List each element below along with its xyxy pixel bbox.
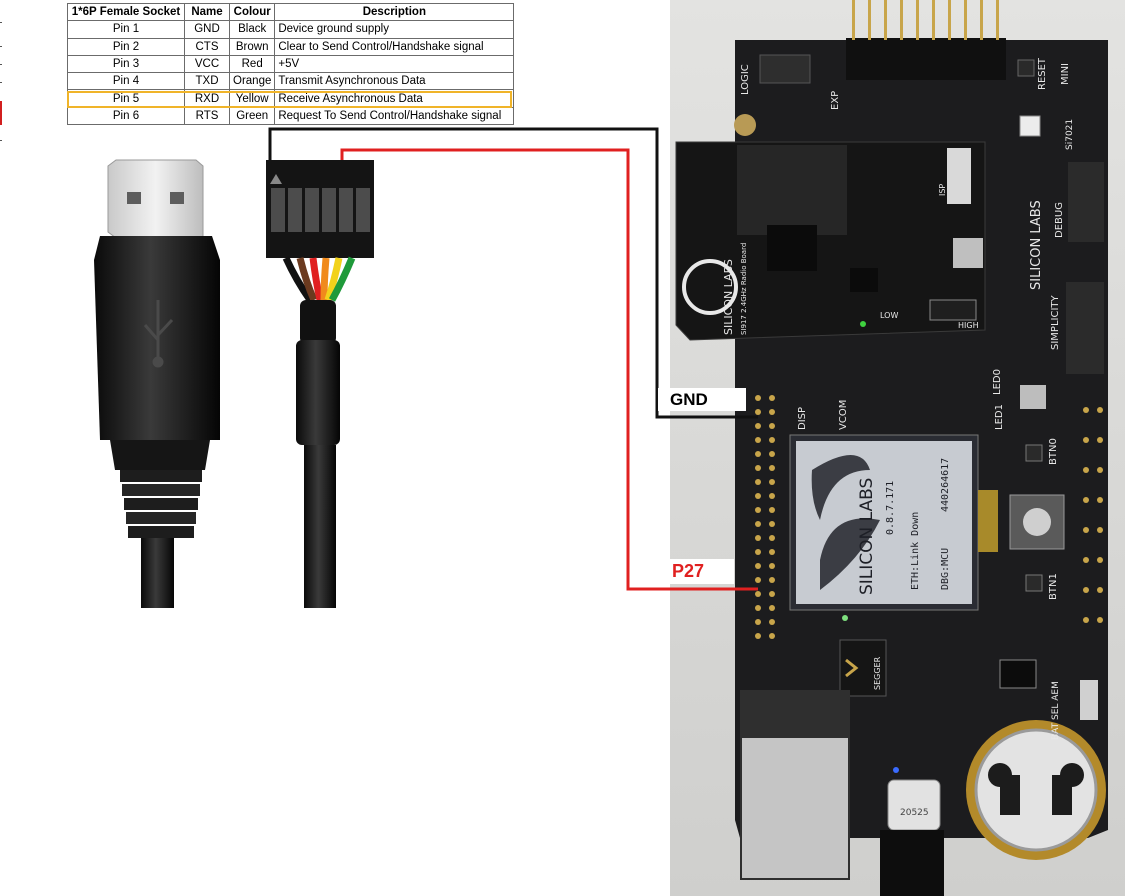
gnd-label: GND [658, 388, 746, 411]
board-label-disp: DISP [797, 407, 808, 430]
lcd-id: 440264617 [940, 458, 951, 512]
board-label-vcom: VCOM [838, 400, 849, 430]
board-label-debug: DEBUG [1054, 202, 1065, 238]
coin-cell-holder [966, 720, 1106, 860]
logic-connector [759, 54, 811, 84]
power-slide-switch [929, 299, 977, 321]
board-label-bat-sel: BAT SEL AEM [1051, 681, 1061, 740]
board-label-high: HIGH [958, 321, 979, 330]
board-label-isp: ISP [938, 184, 947, 196]
lcd-dbg-status: DBG:MCU [940, 548, 951, 590]
board-label-led1: LED1 [994, 404, 1005, 430]
board-label-led0: LED0 [992, 369, 1003, 395]
board-label-logic: LOGIC [740, 64, 751, 95]
micro-usb-port [953, 238, 983, 268]
joystick [1009, 494, 1065, 550]
usb-c-label: 20525 [900, 808, 929, 818]
mount-hole [734, 114, 756, 136]
board-label-simplicity: SIMPLICITY [1050, 294, 1061, 350]
board-label-exp: EXP [830, 91, 841, 110]
radio-chip [767, 225, 817, 271]
si7021-sensor [1019, 115, 1041, 137]
board-label-low: LOW [880, 311, 898, 320]
btn0-button [1025, 444, 1043, 462]
usb-c-port [880, 779, 944, 896]
board-label-segger: SEGGER [873, 656, 882, 690]
reset-button [1017, 59, 1035, 77]
wiring-illustration: LOGIC EXP RESET MINI Si7021 DEBUG SIMPLI… [94, 0, 1125, 896]
lcd-version: 0.8.7.171 [885, 481, 896, 535]
board-label-reset: RESET [1037, 57, 1048, 90]
radio-board-label: SI917 2.4GHz Radio Board [740, 243, 748, 335]
qr-code [1020, 385, 1046, 409]
p27-label: P27 [664, 559, 734, 584]
btn1-button [1025, 574, 1043, 592]
simplicity-connector [1066, 282, 1104, 374]
board-label-mini: MINI [1060, 63, 1071, 85]
status-led [860, 321, 866, 327]
usb-a-plug [94, 159, 220, 608]
wireless-pro-kit-board [675, 0, 1108, 896]
radio-board-brand: SILICON LABS [722, 259, 735, 335]
board-label-btn0: BTN0 [1048, 438, 1059, 465]
green-led [842, 615, 848, 621]
lcd-brand: SILICON LABS [857, 478, 877, 595]
lcd-eth-status: ETH:Link Down [910, 512, 921, 590]
board-label-si7021: Si7021 [1065, 119, 1075, 150]
isp-switch [947, 148, 971, 204]
board-label-btn1: BTN1 [1048, 573, 1059, 600]
aem-jumper [999, 659, 1037, 689]
bat-sel-switch [1080, 680, 1098, 720]
debug-connector [1068, 162, 1104, 242]
board-brand: SILICON LABS [1029, 200, 1044, 290]
blue-led [893, 767, 899, 773]
six-pin-socket [266, 160, 374, 608]
